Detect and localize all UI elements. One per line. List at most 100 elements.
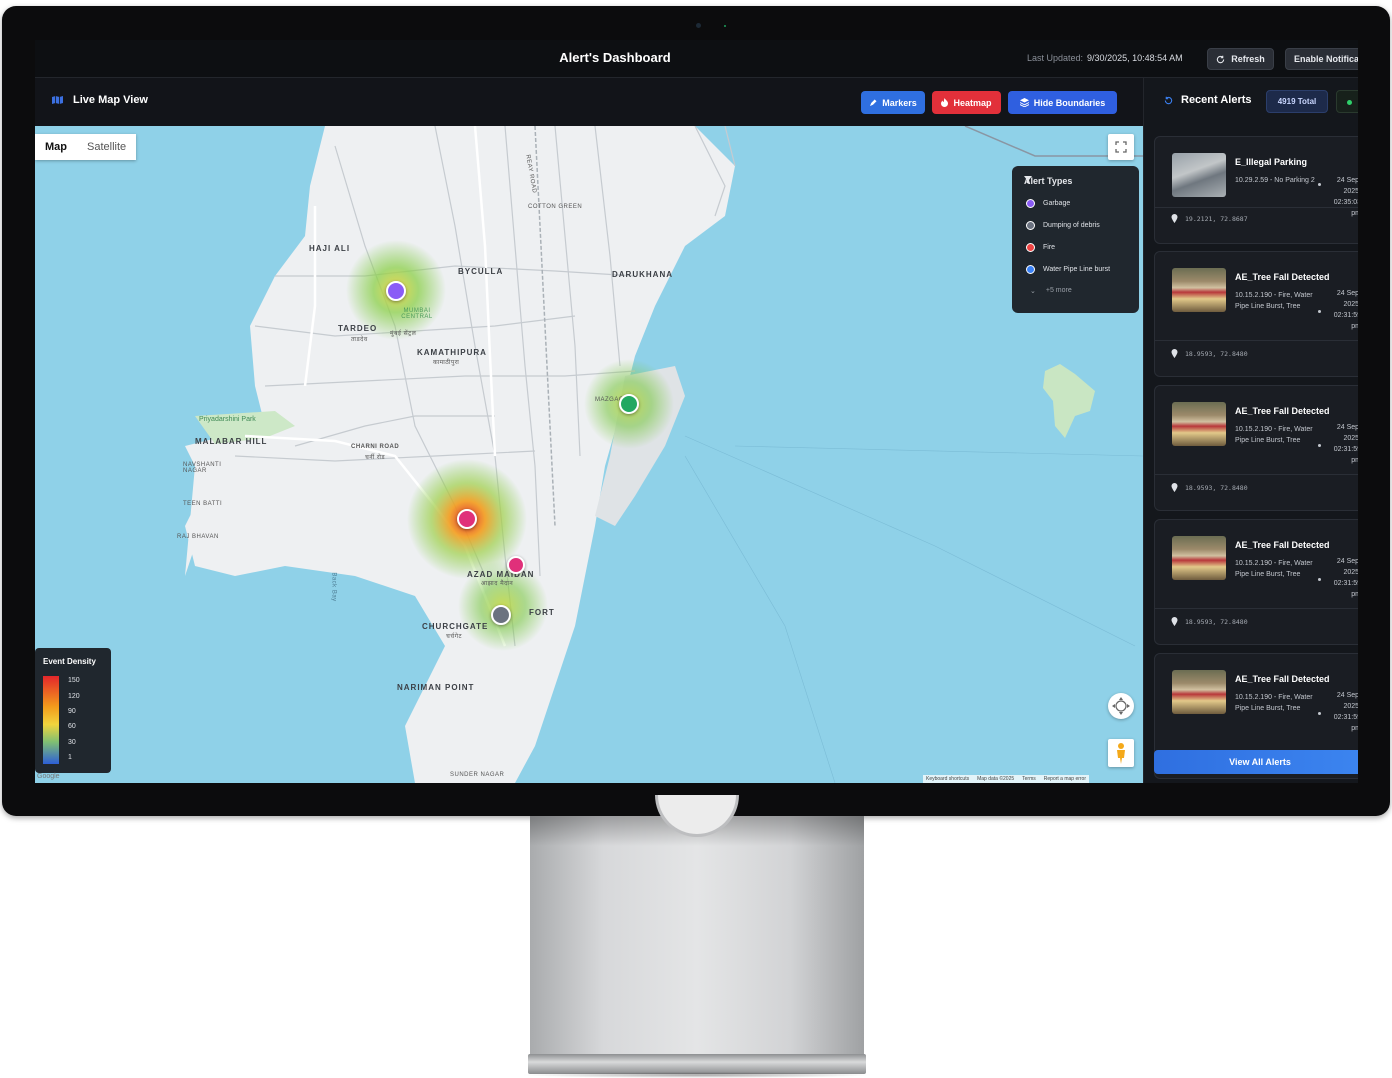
- markers-button[interactable]: Markers: [861, 91, 925, 114]
- legend-more-label: +5 more: [1045, 287, 1072, 294]
- alert-types-legend: Alert Types Garbage Dumping of debris Fi…: [1012, 166, 1139, 313]
- map-type-map[interactable]: Map: [35, 134, 77, 160]
- legend-label: Water Pipe Line burst: [1043, 266, 1111, 273]
- density-title: Event Density: [43, 657, 96, 666]
- alert-description: 10.15.2.190 - Fire, Water Pipe Line Burs…: [1235, 560, 1313, 578]
- map-type-satellite[interactable]: Satellite: [77, 134, 136, 160]
- alert-card[interactable]: AE_Tree Fall Detected 10.15.2.190 - Fire…: [1154, 251, 1358, 377]
- live-dot-icon: [1347, 100, 1352, 105]
- fire-dot-icon: [1026, 243, 1035, 252]
- label-raj-bhavan: RAJ BHAVAN: [177, 534, 219, 540]
- alert-description: 10.15.2.190 - Fire, Water Pipe Line Burs…: [1235, 292, 1313, 310]
- alert-marker-azad-maidan[interactable]: [507, 556, 525, 574]
- label-cotton-green: COTTON GREEN: [528, 204, 583, 210]
- alert-card[interactable]: AE_Tree Fall Detected 10.15.2.190 - Fire…: [1154, 385, 1358, 511]
- label-churchgate-local: चर्चगेट: [446, 634, 463, 640]
- alert-time: 24 Sept 2025, 02:31:59 pm: [1333, 424, 1358, 464]
- legend-item-water-pipe[interactable]: Water Pipe Line burst: [1026, 265, 1110, 274]
- density-tick: 90: [68, 708, 76, 715]
- live-map[interactable]: HAJI ALI BYCULLA DARUKHANA TARDEO ताडदेव…: [35, 126, 1143, 783]
- enable-notifications-button[interactable]: Enable Notifica: [1285, 48, 1358, 70]
- alert-title: E_Illegal Parking: [1235, 157, 1308, 167]
- location-pin-icon: [1171, 617, 1178, 626]
- alert-description: 10.15.2.190 - Fire, Water Pipe Line Burs…: [1235, 694, 1313, 712]
- refresh-button[interactable]: Refresh: [1207, 48, 1274, 70]
- chevron-down-icon: ⌄: [1030, 288, 1036, 295]
- alert-marker-marine-lines[interactable]: [457, 509, 477, 529]
- legend-item-debris[interactable]: Dumping of debris: [1026, 221, 1100, 230]
- location-pin-icon: [1171, 483, 1178, 492]
- markers-label: Markers: [882, 97, 917, 108]
- density-tick: 30: [68, 739, 76, 746]
- alert-time: 24 Sept 2025, 02:31:59 pm: [1333, 692, 1358, 732]
- camera-indicator: [724, 25, 726, 27]
- fullscreen-button[interactable]: [1108, 134, 1134, 160]
- legend-more-toggle[interactable]: ⌄ +5 more: [1030, 287, 1072, 295]
- density-tick: 120: [68, 693, 80, 700]
- total-alerts-badge: 4919 Total: [1266, 90, 1328, 113]
- alert-card[interactable]: AE_Tree Fall Detected 10.15.2.190 - Fire…: [1154, 519, 1358, 645]
- water-dot-icon: [1026, 265, 1035, 274]
- alert-title: AE_Tree Fall Detected: [1235, 272, 1330, 282]
- google-logo: Google: [37, 773, 60, 780]
- terms-link[interactable]: Terms: [1022, 776, 1036, 782]
- heatmap-label: Heatmap: [953, 97, 992, 108]
- garbage-dot-icon: [1026, 199, 1035, 208]
- report-error-link[interactable]: Report a map error: [1044, 776, 1086, 782]
- map-canvas: [185, 126, 1143, 783]
- legend-title-row: Alert Types: [1024, 176, 1072, 186]
- pencil-icon: [870, 99, 877, 106]
- recent-alerts-heading: Recent Alerts: [1164, 94, 1252, 106]
- label-navshanti-nagar: NAVSHANTI NAGAR: [183, 462, 222, 474]
- legend-label: Garbage: [1043, 200, 1071, 207]
- heatmap-button[interactable]: Heatmap: [932, 91, 1001, 114]
- label-haji-ali: HAJI ALI: [309, 244, 351, 253]
- alert-thumbnail: [1172, 153, 1226, 197]
- alert-coordinates: 18.9593, 72.8480: [1185, 618, 1248, 626]
- density-tick: 60: [68, 723, 76, 730]
- label-charni-road-local: चर्नी रोड: [365, 455, 386, 461]
- fullscreen-icon: [1115, 141, 1127, 153]
- last-updated-label: Last Updated:: [1027, 53, 1084, 63]
- street-view-pegman[interactable]: [1108, 739, 1134, 767]
- last-updated: Last Updated: 9/30/2025, 10:48:54 AM: [1027, 53, 1183, 63]
- page-title: Alert's Dashboard: [559, 50, 671, 65]
- alert-title: AE_Tree Fall Detected: [1235, 406, 1330, 416]
- pegman-icon: [1117, 743, 1125, 764]
- camera-control-button[interactable]: [1108, 693, 1134, 719]
- alert-coordinates: 19.2121, 72.8687: [1185, 215, 1248, 223]
- alert-description: 10.15.2.190 - Fire, Water Pipe Line Burs…: [1235, 426, 1313, 444]
- alert-time: 24 Sept 2025, 02:31:59 pm: [1333, 558, 1358, 598]
- hide-boundaries-label: Hide Boundaries: [1033, 97, 1106, 108]
- move-icon: [1112, 697, 1130, 715]
- label-darukhana: DARUKHANA: [612, 270, 673, 279]
- tree-marker[interactable]: [619, 394, 639, 414]
- legend-item-fire[interactable]: Fire: [1026, 243, 1055, 252]
- keyboard-shortcuts-link[interactable]: Keyboard shortcuts: [926, 776, 969, 782]
- label-churchgate: CHURCHGATE: [422, 622, 489, 631]
- monitor-stand: [530, 816, 864, 1056]
- legend-item-garbage[interactable]: Garbage: [1026, 199, 1070, 208]
- view-all-alerts-button[interactable]: View All Alerts: [1154, 750, 1358, 774]
- stand-base: [528, 1054, 866, 1074]
- event-density-scale: Event Density 150 120 90 60 30 1: [35, 648, 111, 773]
- monitor-stage: Alert's Dashboard Last Updated: 9/30/2025…: [0, 0, 1392, 1078]
- alert-time: 24 Sept 2025, 02:31:59 pm: [1333, 290, 1358, 330]
- alert-card[interactable]: E_Illegal Parking 10.29.2.59 - No Parkin…: [1154, 136, 1358, 244]
- map-view-title: Live Map View: [73, 94, 148, 106]
- label-sunder-nagar: SUNDER NAGAR: [450, 772, 505, 778]
- alert-title: AE_Tree Fall Detected: [1235, 674, 1330, 684]
- layers-icon: [1019, 98, 1029, 107]
- density-tick: 1: [68, 754, 72, 761]
- recent-alerts-header: Recent Alerts 4919 Total: [1144, 78, 1358, 126]
- label-back-bay: Back Bay: [330, 572, 337, 602]
- legend-label: Fire: [1043, 244, 1056, 251]
- garbage-marker[interactable]: [386, 281, 406, 301]
- debris-marker[interactable]: [491, 605, 511, 625]
- map-type-toggle: Map Satellite: [35, 134, 137, 160]
- flame-icon: [941, 98, 949, 107]
- alert-thumbnail: [1172, 536, 1226, 580]
- hide-boundaries-button[interactable]: Hide Boundaries: [1008, 91, 1117, 114]
- label-mumbai-central: MUMBAI CENTRAL: [401, 308, 433, 320]
- label-fort: FORT: [529, 608, 555, 617]
